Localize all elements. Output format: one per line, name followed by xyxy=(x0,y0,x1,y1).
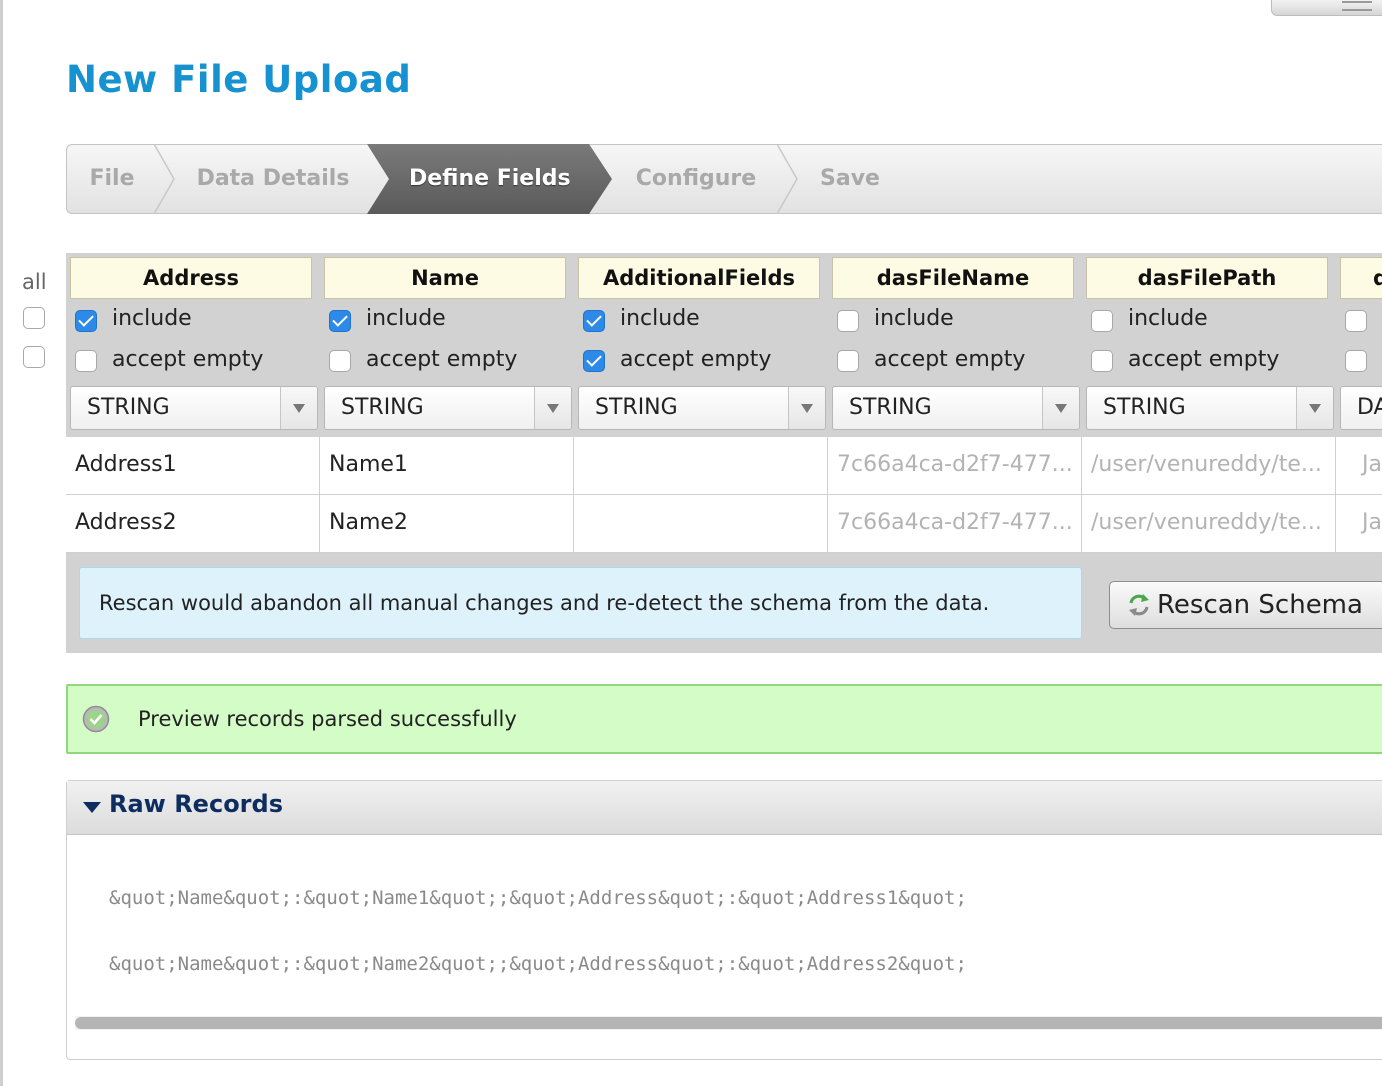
page: New File Upload File Data Details Define… xyxy=(0,0,1382,1086)
chevron-down-icon xyxy=(1042,387,1079,429)
include-checkbox-additionalfields[interactable] xyxy=(583,310,605,332)
status-message: Preview records parsed successfully xyxy=(66,684,1382,754)
column-header-additionalfields: AdditionalFields xyxy=(578,257,820,299)
chevron-down-icon xyxy=(280,387,317,429)
type-value: STRING xyxy=(849,395,932,420)
accept-empty-label: accept empty xyxy=(874,347,1026,372)
preview-table: Address1 Name1 7c66a4ca-d2f7-477... /use… xyxy=(66,437,1382,553)
include-label: include xyxy=(366,306,446,331)
rescan-schema-label: Rescan Schema xyxy=(1157,590,1363,620)
include-checkbox-partial[interactable] xyxy=(1345,310,1367,332)
chevron-down-icon xyxy=(788,387,825,429)
column-header-address: Address xyxy=(70,257,312,299)
table-cell: Name2 xyxy=(320,495,574,553)
accept-empty-all-checkbox[interactable] xyxy=(23,346,45,368)
column-header-dasfilepath: dasFilePath xyxy=(1086,257,1328,299)
step-define-fields-label: Define Fields xyxy=(409,166,571,191)
rescan-notice: Rescan would abandon all manual changes … xyxy=(79,567,1082,639)
accept-empty-label: accept empty xyxy=(366,347,518,372)
include-label: include xyxy=(112,306,192,331)
table-cell: /user/venureddy/te... xyxy=(1082,495,1336,553)
menu-lines-icon xyxy=(1342,1,1372,11)
menu-handle[interactable] xyxy=(1271,0,1382,16)
status-message-text: Preview records parsed successfully xyxy=(138,707,517,731)
horizontal-scrollbar[interactable] xyxy=(75,1016,1382,1030)
raw-record-line: &quot;Name&quot;:&quot;Name1&quot;;&quot… xyxy=(109,887,967,909)
step-separator-icon xyxy=(154,144,175,214)
step-data-details[interactable]: Data Details xyxy=(177,145,369,213)
accept-empty-checkbox-partial[interactable] xyxy=(1345,350,1367,372)
type-select-name[interactable]: STRING xyxy=(324,386,572,430)
accept-empty-checkbox-dasfilename[interactable] xyxy=(837,350,859,372)
include-checkbox-name[interactable] xyxy=(329,310,351,332)
refresh-icon xyxy=(1129,594,1149,616)
step-define-fields[interactable]: Define Fields xyxy=(367,144,612,214)
type-select-dasfilepath[interactable]: STRING xyxy=(1086,386,1334,430)
include-checkbox-dasfilepath[interactable] xyxy=(1091,310,1113,332)
step-file[interactable]: File xyxy=(67,145,157,213)
collapse-triangle-icon xyxy=(83,802,101,813)
include-all-checkbox[interactable] xyxy=(23,307,45,329)
table-cell: /user/venureddy/te... xyxy=(1082,437,1336,495)
column-header-partial: d xyxy=(1340,257,1382,299)
accept-empty-checkbox-address[interactable] xyxy=(75,350,97,372)
accept-empty-checkbox-name[interactable] xyxy=(329,350,351,372)
type-value: STRING xyxy=(87,395,170,420)
accept-empty-checkbox-additionalfields[interactable] xyxy=(583,350,605,372)
raw-record-line: &quot;Name&quot;:&quot;Name2&quot;;&quot… xyxy=(109,953,967,975)
raw-records-header[interactable]: Raw Records xyxy=(67,781,1382,835)
step-configure[interactable]: Configure xyxy=(615,145,777,213)
accept-empty-label: accept empty xyxy=(112,347,264,372)
step-save[interactable]: Save xyxy=(797,145,903,213)
accept-empty-label: accept empty xyxy=(1128,347,1280,372)
raw-records-title: Raw Records xyxy=(109,790,283,818)
table-cell: 7c66a4ca-d2f7-477... xyxy=(828,495,1082,553)
column-header-dasfilename: dasFileName xyxy=(832,257,1074,299)
schema-panel: Address include accept empty STRING Name… xyxy=(66,253,1382,653)
accept-empty-label: accept empty xyxy=(620,347,772,372)
chevron-down-icon xyxy=(534,387,571,429)
include-label: include xyxy=(620,306,700,331)
type-select-address[interactable]: STRING xyxy=(70,386,318,430)
include-checkbox-address[interactable] xyxy=(75,310,97,332)
chevron-down-icon xyxy=(1296,387,1333,429)
rescan-schema-button[interactable]: Rescan Schema xyxy=(1109,581,1382,629)
column-header-name: Name xyxy=(324,257,566,299)
type-select-partial[interactable]: DA xyxy=(1340,386,1382,430)
include-label: include xyxy=(874,306,954,331)
table-cell: Jan xyxy=(1336,495,1382,553)
step-separator-icon xyxy=(777,144,798,214)
table-cell xyxy=(574,495,828,553)
table-cell: Jan xyxy=(1336,437,1382,495)
scrollbar-thumb[interactable] xyxy=(75,1017,1382,1029)
raw-records-panel: Raw Records &quot;Name&quot;:&quot;Name1… xyxy=(66,780,1382,1060)
table-cell: 7c66a4ca-d2f7-477... xyxy=(828,437,1082,495)
table-cell xyxy=(574,437,828,495)
wizard-steps: File Data Details Define Fields Configur… xyxy=(66,144,1382,214)
page-title: New File Upload xyxy=(66,58,412,101)
table-cell: Name1 xyxy=(320,437,574,495)
type-value: STRING xyxy=(341,395,424,420)
all-label: all xyxy=(22,270,47,294)
table-cell: Address2 xyxy=(66,495,320,553)
check-circle-icon xyxy=(82,705,110,733)
table-cell: Address1 xyxy=(66,437,320,495)
type-value: STRING xyxy=(1103,395,1186,420)
type-select-additionalfields[interactable]: STRING xyxy=(578,386,826,430)
accept-empty-checkbox-dasfilepath[interactable] xyxy=(1091,350,1113,372)
type-value: STRING xyxy=(595,395,678,420)
include-checkbox-dasfilename[interactable] xyxy=(837,310,859,332)
type-value: DA xyxy=(1357,395,1382,420)
type-select-dasfilename[interactable]: STRING xyxy=(832,386,1080,430)
include-label: include xyxy=(1128,306,1208,331)
